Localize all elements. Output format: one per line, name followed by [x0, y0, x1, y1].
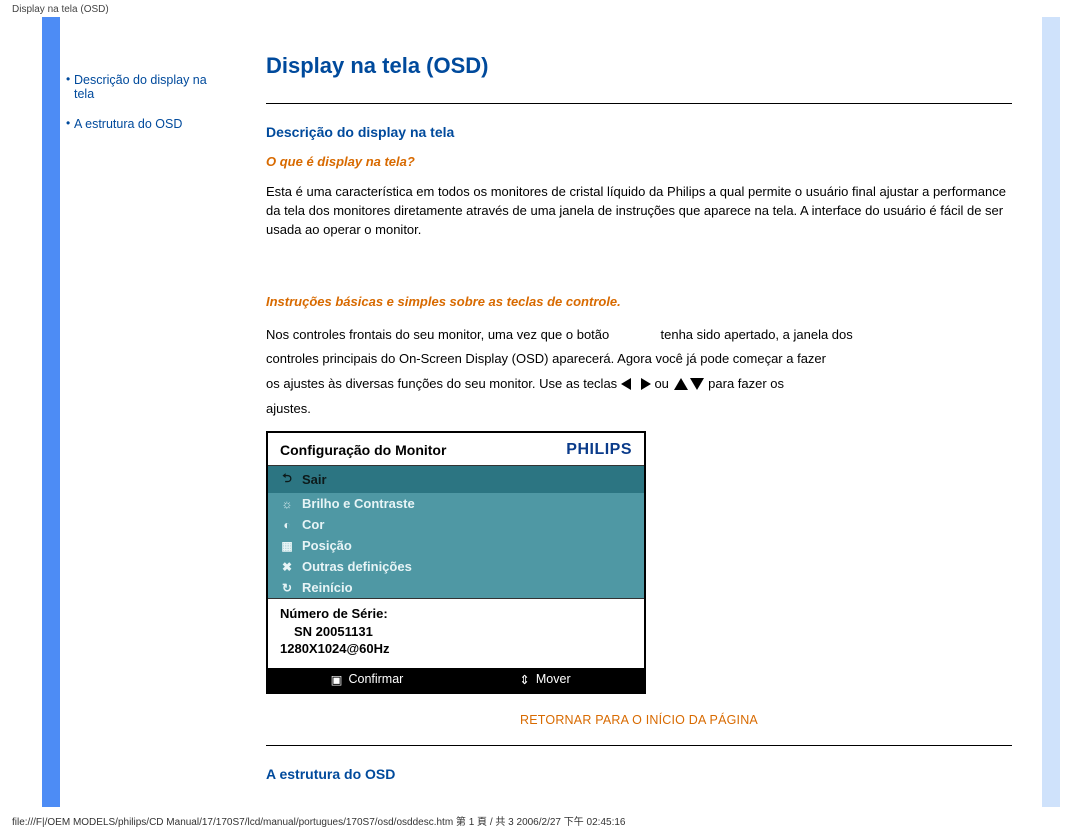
- text-fragment: tenha sido apertado, a janela dos: [661, 327, 853, 342]
- osd-move-label: Mover: [536, 672, 571, 686]
- page-body: • Descrição do display na tela • A estru…: [42, 17, 1060, 807]
- resolution-mode: 1280X1024@60Hz: [280, 640, 632, 658]
- arrow-left-right-icon: [621, 377, 651, 391]
- text-fragment: os ajustes às diversas funções do seu mo…: [266, 376, 617, 391]
- osd-info: Número de Série: SN 20051131 1280X1024@6…: [268, 598, 644, 668]
- reset-icon: ↻: [280, 581, 294, 595]
- subheading-instrucoes: Instruções básicas e simples sobre as te…: [266, 294, 1012, 309]
- osd-confirm-label: Confirmar: [348, 672, 403, 686]
- osd-footer: ▣ Confirmar ⇕ Mover: [268, 668, 644, 692]
- window-title: Display na tela (OSD): [0, 0, 1080, 17]
- section-heading-estrutura: A estrutura do OSD: [266, 766, 1012, 782]
- brightness-icon: ☼: [280, 497, 294, 511]
- osd-confirm[interactable]: ▣ Confirmar: [278, 672, 456, 687]
- osd-item-label: Outras definições: [302, 559, 412, 574]
- ok-icon: ▣: [331, 672, 343, 687]
- paragraph-controls: Nos controles frontais do seu monitor, u…: [266, 323, 1012, 422]
- back-to-top: RETORNAR PARA O INÍCIO DA PÁGINA: [266, 712, 1012, 727]
- osd-titlebar: Configuração do Monitor PHILIPS: [268, 433, 644, 466]
- text-fragment: ajustes.: [266, 401, 311, 416]
- osd-item-label: Reinício: [302, 580, 353, 595]
- text-fragment: ou: [654, 376, 668, 391]
- osd-title: Configuração do Monitor: [280, 442, 446, 458]
- main-content: Display na tela (OSD) Descrição do displ…: [236, 17, 1042, 807]
- osd-item-label: Cor: [302, 517, 324, 532]
- osd-item-label: Sair: [302, 472, 327, 487]
- osd-item-brilho[interactable]: ☼ Brilho e Contraste: [268, 493, 644, 514]
- right-accent-strip: [1042, 17, 1060, 807]
- settings-icon: ✖: [280, 560, 294, 574]
- osd-item-cor[interactable]: ◐ Cor: [268, 514, 644, 535]
- left-accent-strip: [42, 17, 60, 807]
- text-fragment: para fazer os: [708, 376, 784, 391]
- osd-menu: ⮌Sair ☼Brilho e Contraste ◐Cor ▦Posição …: [268, 466, 644, 598]
- position-icon: ▦: [280, 539, 294, 553]
- text-fragment: Nos controles frontais do seu monitor, u…: [266, 327, 609, 342]
- color-icon: ◐: [280, 518, 294, 532]
- divider: [266, 745, 1012, 746]
- text-fragment: controles principais do On-Screen Displa…: [266, 351, 826, 366]
- bullet-icon: •: [66, 73, 74, 85]
- osd-item-label: Brilho e Contraste: [302, 496, 415, 511]
- bullet-icon: •: [66, 117, 74, 129]
- osd-item-label: Posição: [302, 538, 352, 553]
- serial-label: Número de Série:: [280, 605, 632, 623]
- back-to-top-link[interactable]: RETORNAR PARA O INÍCIO DA PÁGINA: [520, 713, 758, 727]
- osd-item-outras[interactable]: ✖ Outras definições: [268, 556, 644, 577]
- sidebar: • Descrição do display na tela • A estru…: [60, 17, 236, 807]
- sidebar-item-estrutura[interactable]: • A estrutura do OSD: [66, 117, 230, 131]
- brand-logo: PHILIPS: [566, 441, 632, 459]
- move-icon: ⇕: [519, 672, 529, 687]
- osd-item-reinicio[interactable]: ↻ Reinício: [268, 577, 644, 598]
- section-heading-descricao: Descrição do display na tela: [266, 124, 1012, 140]
- osd-panel: Configuração do Monitor PHILIPS ⮌ Sair ☼ B…: [266, 431, 646, 694]
- footer-file-path: file:///F|/OEM MODELS/philips/CD Manual/…: [12, 813, 625, 828]
- osd-item-sair[interactable]: ⮌ Sair: [268, 466, 644, 493]
- osd-move[interactable]: ⇕ Mover: [456, 672, 634, 687]
- serial-value: SN 20051131: [280, 623, 632, 641]
- exit-icon: ⮌: [280, 469, 294, 490]
- divider: [266, 103, 1012, 104]
- page-title: Display na tela (OSD): [266, 53, 1012, 79]
- sidebar-link[interactable]: Descrição do display na tela: [74, 73, 230, 101]
- arrow-up-down-icon: [673, 377, 705, 391]
- subheading-oque: O que é display na tela?: [266, 154, 1012, 169]
- sidebar-link[interactable]: A estrutura do OSD: [74, 117, 182, 131]
- paragraph-intro: Esta é uma característica em todos os mo…: [266, 183, 1012, 240]
- osd-item-posicao[interactable]: ▦ Posição: [268, 535, 644, 556]
- sidebar-item-descricao[interactable]: • Descrição do display na tela: [66, 73, 230, 101]
